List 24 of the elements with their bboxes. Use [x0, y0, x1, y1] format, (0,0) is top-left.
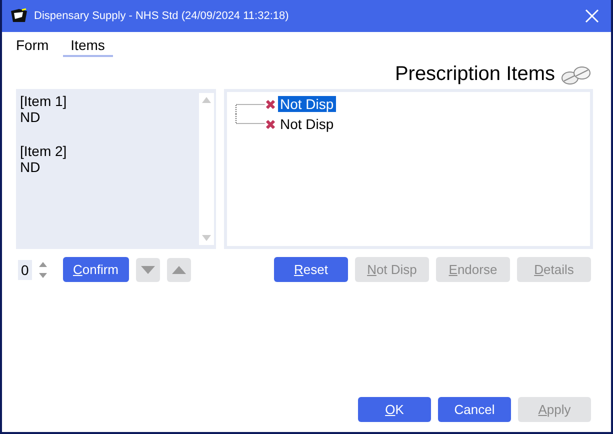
confirm-button[interactable]: Confirm: [63, 257, 129, 282]
tree-line: [235, 114, 265, 125]
cross-icon: [265, 98, 276, 110]
tree-item[interactable]: Not Disp: [278, 96, 336, 112]
section-heading: Prescription Items: [394, 63, 555, 86]
dialog-button[interactable]: Cancel: [438, 397, 511, 422]
tab[interactable]: Items: [62, 36, 113, 57]
caret-down-icon: [140, 266, 155, 274]
action-button[interactable]: Reset: [274, 257, 348, 282]
tab[interactable]: Form: [14, 36, 57, 57]
app-icon: [10, 8, 28, 24]
item-name: [Item 2]: [20, 143, 68, 159]
item-status: ND: [20, 109, 42, 125]
cross-icon: [265, 118, 276, 130]
scroll-bar[interactable]: [199, 93, 214, 245]
dialog-button[interactable]: OK: [358, 397, 431, 422]
caret-up-icon: [172, 266, 186, 274]
window-title: Dispensary Supply - NHS Std (24/09/2024 11:32:18): [34, 10, 290, 22]
item-status: ND: [20, 159, 42, 175]
pills-icon: [561, 64, 591, 84]
close-icon[interactable]: [585, 9, 599, 23]
item-name: [Item 1]: [20, 93, 68, 109]
tree-item[interactable]: Not Disp: [278, 116, 336, 132]
tree-line: [235, 103, 265, 114]
